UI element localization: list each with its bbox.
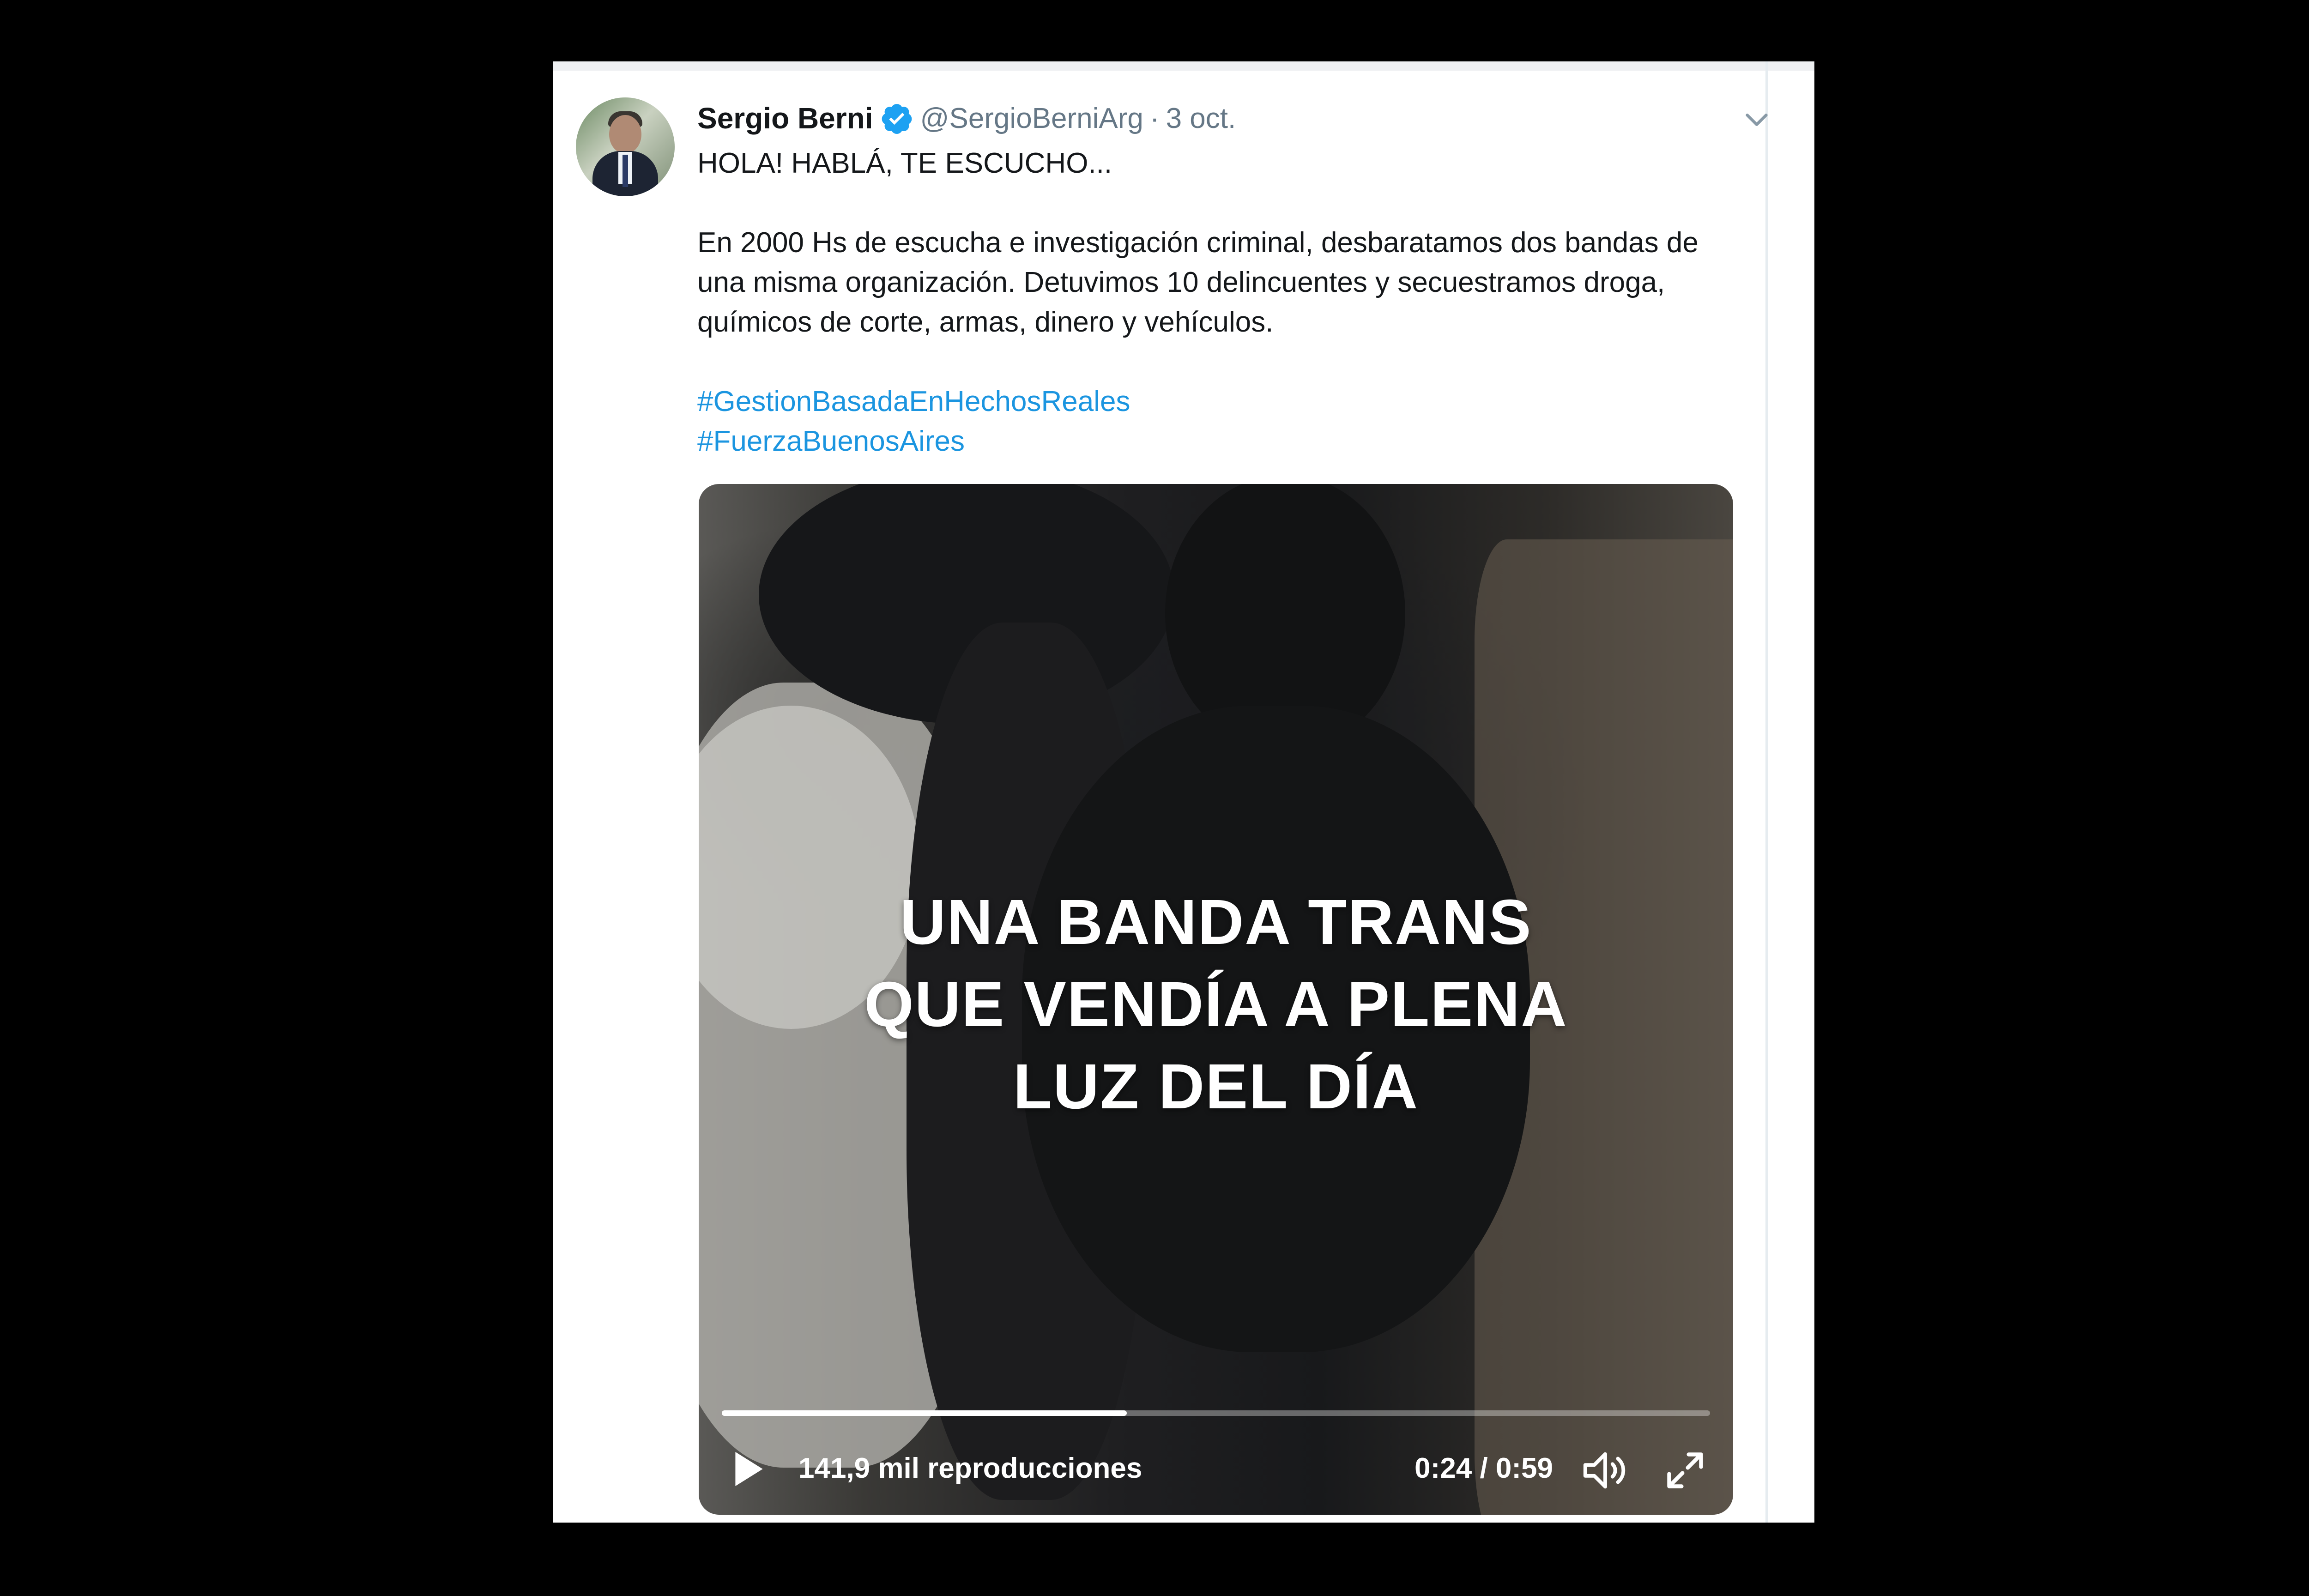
play-icon[interactable] — [732, 1448, 766, 1490]
video-caption: UNA BANDA TRANS QUE VENDÍA A PLENA LUZ D… — [699, 881, 1733, 1128]
chevron-down-icon[interactable] — [1741, 103, 1773, 135]
tweet-text: HOLA! HABLÁ, TE ESCUCHO... En 2000 Hs de… — [697, 144, 1736, 461]
video-time: 0:24 / 0:59 — [1414, 1452, 1553, 1484]
card-right-border — [1765, 61, 1768, 1523]
tweet-card: Sergio Berni @SergioBerniArg · 3 oct. HO… — [553, 61, 1814, 1523]
hashtag-link[interactable]: #FuerzaBuenosAires — [697, 422, 1736, 461]
hashtag-link[interactable]: #GestionBasadaEnHechosReales — [697, 382, 1736, 422]
tweet-date[interactable]: 3 oct. — [1166, 102, 1236, 135]
card-top-border — [553, 61, 1814, 71]
video-caption-line: QUE VENDÍA A PLENA — [864, 969, 1568, 1040]
sound-wave-outer — [1616, 1457, 1626, 1484]
video-controls: 141,9 mil reproducciones 0:24 / 0:59 — [699, 1435, 1733, 1495]
author-handle[interactable]: @SergioBerniArg — [920, 102, 1143, 135]
author-name[interactable]: Sergio Berni — [697, 101, 873, 135]
separator-dot: · — [1149, 102, 1160, 134]
video-progress-fill — [722, 1410, 1127, 1416]
play-shape — [735, 1452, 763, 1486]
video-caption-line: UNA BANDA TRANS — [900, 887, 1532, 958]
avatar-face — [609, 115, 641, 154]
sound-wave-inner — [1610, 1462, 1617, 1479]
expand-arrow-top — [1686, 1452, 1703, 1470]
video-player[interactable]: UNA BANDA TRANS QUE VENDÍA A PLENA LUZ D… — [699, 484, 1733, 1515]
fullscreen-icon[interactable] — [1664, 1449, 1706, 1492]
expand-arrow-bottom — [1667, 1471, 1685, 1488]
tweet-header: Sergio Berni @SergioBerniArg · 3 oct. — [697, 97, 1236, 139]
tweet-paragraph: HOLA! HABLÁ, TE ESCUCHO... — [697, 147, 1112, 179]
avatar-tie — [623, 155, 628, 187]
view-count: 141,9 mil reproducciones — [798, 1452, 1142, 1484]
avatar[interactable] — [576, 97, 675, 196]
chevron-shape — [1746, 114, 1768, 126]
video-caption-line: LUZ DEL DÍA — [1013, 1051, 1419, 1122]
video-progress-bar[interactable] — [722, 1410, 1710, 1416]
speaker-shape — [1583, 1452, 1607, 1489]
tweet-paragraph: En 2000 Hs de escucha e investigación cr… — [697, 227, 1699, 338]
verified-badge-icon — [882, 104, 912, 134]
volume-icon[interactable] — [1580, 1447, 1631, 1493]
